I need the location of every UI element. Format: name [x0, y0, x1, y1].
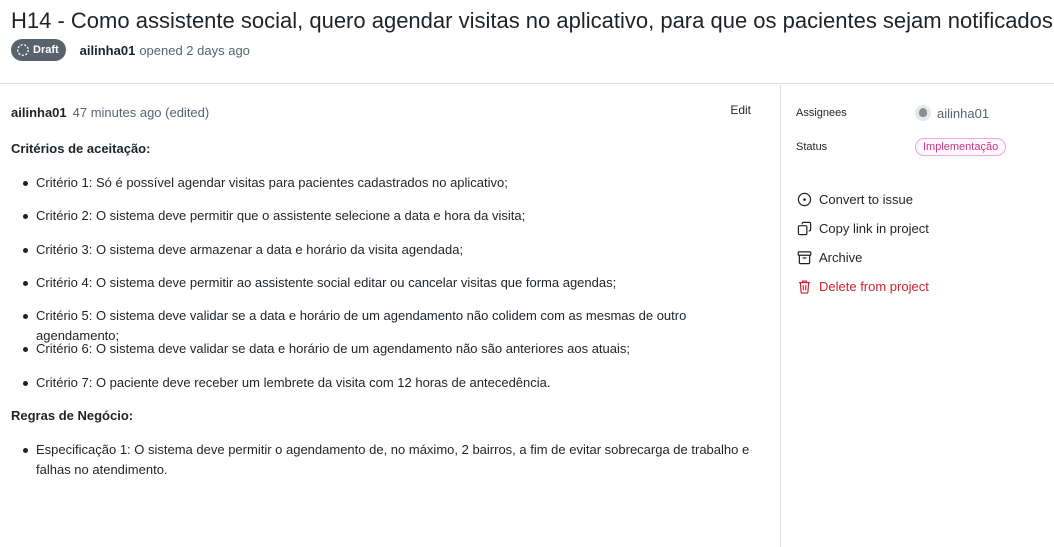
status-label: Status: [796, 141, 828, 153]
draft-badge: Draft: [11, 39, 66, 61]
issue-opened-icon: [796, 191, 812, 207]
assignees-field[interactable]: Assignees ailinha01: [796, 105, 989, 121]
comment-body: Critérios de aceitação: Critério 1: Só é…: [11, 139, 771, 480]
dashed-circle-icon: [17, 44, 29, 56]
assignee[interactable]: ailinha01: [915, 105, 989, 121]
status-badge[interactable]: Implementação: [915, 138, 1007, 156]
criteria-item: Critério 1: Só é possível agendar visita…: [11, 173, 771, 193]
archive-label: Archive: [819, 249, 863, 265]
criteria-item: Critério 3: O sistema deve armazenar a d…: [11, 240, 771, 260]
delete-from-project-button[interactable]: Delete from project: [796, 276, 929, 296]
status-field[interactable]: Status Implementação: [796, 138, 1007, 156]
issue-author-link[interactable]: ailinha01: [80, 43, 136, 58]
criteria-heading: Critérios de aceitação:: [11, 141, 151, 156]
rules-list: Especificação 1: O sistema deve permitir…: [11, 440, 771, 480]
criteria-list: Critério 1: Só é possível agendar visita…: [11, 173, 771, 393]
convert-to-issue-button[interactable]: Convert to issue: [796, 189, 929, 209]
issue-title: H14 - Como assistente social, quero agen…: [11, 8, 1054, 33]
criteria-item: Critério 7: O paciente deve receber um l…: [11, 373, 771, 393]
issue-body-panel: ailinha01 47 minutes ago (edited) Edit C…: [0, 85, 781, 547]
avatar: [915, 105, 931, 121]
criteria-item: Critério 2: O sistema deve permitir que …: [11, 206, 771, 226]
assignees-label: Assignees: [796, 107, 847, 119]
comment-author-link[interactable]: ailinha01: [11, 105, 67, 120]
issue-header: H14 - Como assistente social, quero agen…: [0, 0, 1054, 84]
sidebar-actions: Convert to issue Copy link in project Ar…: [796, 189, 929, 305]
copy-link-label: Copy link in project: [819, 220, 929, 236]
criteria-item: Critério 6: O sistema deve validar se da…: [11, 339, 771, 359]
archive-icon: [796, 249, 812, 265]
comment-header: ailinha01 47 minutes ago (edited) Edit: [11, 103, 751, 121]
rules-heading: Regras de Negócio:: [11, 407, 134, 423]
trash-icon: [796, 278, 812, 294]
rules-item: Especificação 1: O sistema deve permitir…: [11, 440, 766, 480]
issue-opened-text: opened 2 days ago: [139, 42, 250, 58]
edit-button[interactable]: Edit: [730, 103, 751, 117]
issue-meta: Draft ailinha01 opened 2 days ago: [11, 39, 250, 61]
delete-from-project-label: Delete from project: [819, 278, 929, 294]
criteria-item: Critério 4: O sistema deve permitir ao a…: [11, 273, 771, 293]
draft-badge-label: Draft: [33, 44, 59, 56]
archive-button[interactable]: Archive: [796, 247, 929, 267]
criteria-item: Critério 5: O sistema deve validar se a …: [11, 306, 771, 343]
copy-icon: [796, 220, 812, 236]
convert-to-issue-label: Convert to issue: [819, 191, 913, 207]
comment-timestamp[interactable]: 47 minutes ago (edited): [73, 105, 210, 120]
copy-link-button[interactable]: Copy link in project: [796, 218, 929, 238]
assignee-name: ailinha01: [937, 105, 990, 121]
